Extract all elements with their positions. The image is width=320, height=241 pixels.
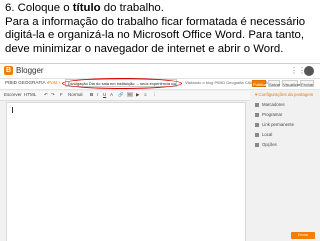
post-settings-sidebar: ▾ Configurações da postagem Marcadores P… — [252, 91, 320, 241]
sidebar-item-labels[interactable]: Marcadores — [255, 101, 285, 109]
instruction-caption: 6. Coloque o título do trabalho. Para a … — [5, 2, 317, 56]
tag-icon — [255, 102, 259, 107]
instruction-step: 6. Coloque o título do trabalho. — [5, 2, 164, 14]
bold-button[interactable]: B — [90, 92, 93, 97]
link-icon — [255, 122, 259, 127]
format-select[interactable]: Normal — [68, 92, 83, 97]
blogger-brand[interactable]: Blogger — [16, 66, 44, 75]
instruction-body: Para a informação do trabalho ficar form… — [5, 15, 306, 55]
gear-icon — [255, 142, 259, 147]
avatar[interactable] — [304, 66, 314, 76]
sidebar-item-schedule[interactable]: Programar — [255, 111, 282, 119]
post-settings-heading[interactable]: ▾ Configurações da postagem — [255, 92, 313, 98]
html-tab[interactable]: HTML — [24, 92, 36, 97]
image-icon[interactable]: 🖼 — [127, 92, 133, 98]
post-editor-bar: PIBID GEOGRAFIA › Post › Divulgação Dia … — [0, 78, 320, 90]
underline-button[interactable]: U — [103, 92, 106, 97]
save-button[interactable]: Salvar — [268, 80, 280, 87]
blogger-logo-icon[interactable]: B — [4, 66, 13, 75]
blogger-top-bar: B Blogger ⋮⋮ — [0, 64, 320, 79]
preview-button[interactable]: Visualizar — [282, 80, 300, 87]
publish-button[interactable]: Publicar — [252, 80, 267, 87]
title-emphasis: título — [72, 2, 101, 14]
clock-icon — [255, 112, 259, 117]
blog-name[interactable]: PIBID GEOGRAFIA › — [5, 80, 48, 85]
highlight-ellipse — [62, 78, 182, 89]
sidebar-item-location[interactable]: Local — [255, 131, 272, 139]
video-icon[interactable]: ▶ — [136, 92, 139, 98]
feedback-button[interactable]: Enviar feedback — [291, 232, 315, 241]
location-icon — [255, 132, 259, 137]
sidebar-item-permalink[interactable]: Link permanente — [255, 121, 294, 129]
editor-toolbar: Escrever HTML ↶ ↷ F Normal B I U A 🔗 🖼 ▶… — [0, 91, 250, 101]
close-button[interactable]: Fechar — [300, 80, 314, 87]
blogger-screenshot: B Blogger ⋮⋮ PIBID GEOGRAFIA › Post › Di… — [0, 63, 320, 241]
breadcrumb[interactable]: Post › — [48, 80, 60, 85]
text-caret — [12, 107, 13, 113]
sidebar-item-options[interactable]: Opções — [255, 141, 277, 149]
align-icon[interactable]: ≡ — [144, 92, 147, 97]
link-icon[interactable]: 🔗 — [118, 92, 124, 98]
more-icon[interactable]: ⋮ — [152, 92, 157, 98]
redo-icon[interactable]: ↷ — [51, 92, 55, 98]
font-button[interactable]: F — [60, 92, 63, 97]
post-body-editor[interactable] — [6, 102, 246, 241]
text-color-button[interactable]: A — [110, 92, 113, 97]
italic-button[interactable]: I — [97, 92, 98, 97]
compose-tab[interactable]: Escrever — [4, 92, 22, 97]
undo-icon[interactable]: ↶ — [44, 92, 48, 98]
